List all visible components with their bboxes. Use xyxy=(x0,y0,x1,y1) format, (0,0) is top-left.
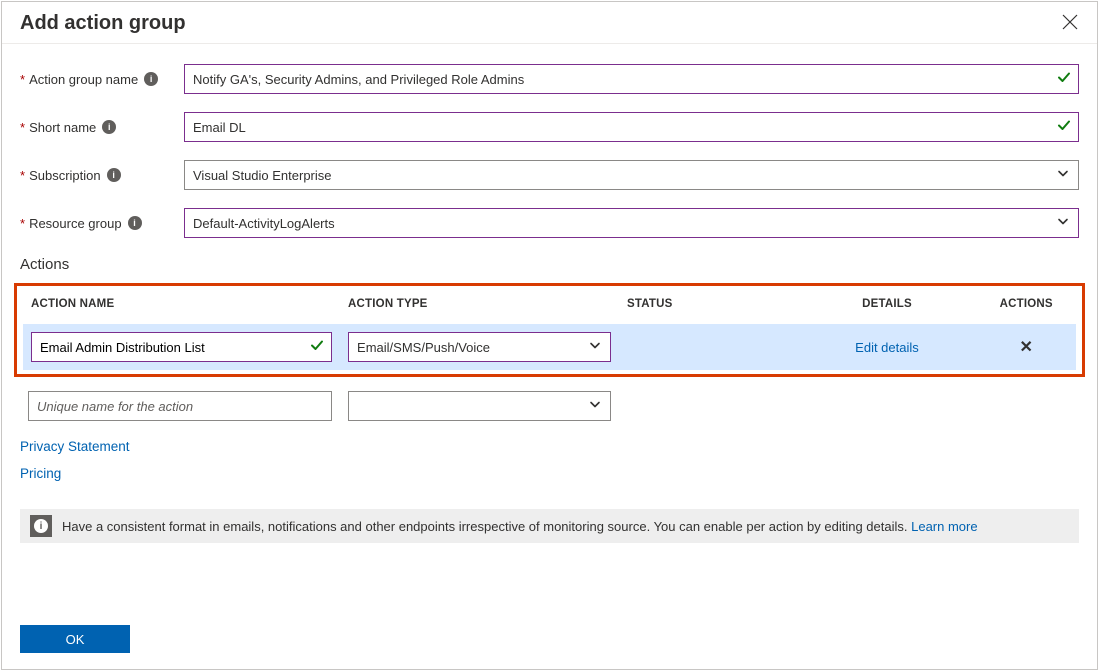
subscription-value: Visual Studio Enterprise xyxy=(193,168,332,183)
col-header-name: ACTION NAME xyxy=(23,288,340,324)
info-icon[interactable]: i xyxy=(107,168,121,182)
actions-section-title: Actions xyxy=(20,256,1079,273)
col-header-actions: ACTIONS xyxy=(976,288,1076,324)
col-header-type: ACTION TYPE xyxy=(340,288,619,324)
info-icon: i xyxy=(30,515,52,537)
remove-action-icon[interactable]: ✕ xyxy=(1019,339,1032,356)
action-type-value: Email/SMS/Push/Voice xyxy=(357,340,490,355)
dialog-header: Add action group xyxy=(2,2,1097,44)
action-type-select[interactable]: Email/SMS/Push/Voice xyxy=(348,332,611,362)
learn-more-link[interactable]: Learn more xyxy=(911,519,977,534)
action-row: Email/SMS/Push/Voice Edit details xyxy=(23,324,1076,370)
info-banner: i Have a consistent format in emails, no… xyxy=(20,509,1079,543)
pricing-link[interactable]: Pricing xyxy=(20,466,1079,481)
resource-group-value: Default-ActivityLogAlerts xyxy=(193,216,335,231)
resource-group-select[interactable]: Default-ActivityLogAlerts xyxy=(184,208,1079,238)
actions-header-row: ACTION NAME ACTION TYPE STATUS DETAILS A… xyxy=(23,288,1076,324)
info-icon[interactable]: i xyxy=(144,72,158,86)
edit-details-link[interactable]: Edit details xyxy=(855,340,919,355)
info-text: Have a consistent format in emails, noti… xyxy=(62,519,978,534)
row-short-name: * Short name i xyxy=(20,112,1079,142)
label-action-group-name: Action group name xyxy=(29,72,138,87)
action-row-new xyxy=(20,383,1079,429)
row-subscription: * Subscription i Visual Studio Enterpris… xyxy=(20,160,1079,190)
row-resource-group: * Resource group i Default-ActivityLogAl… xyxy=(20,208,1079,238)
check-icon xyxy=(310,339,324,356)
actions-highlight-box: ACTION NAME ACTION TYPE STATUS DETAILS A… xyxy=(14,283,1085,377)
col-header-status: STATUS xyxy=(619,288,798,324)
dialog-title: Add action group xyxy=(20,12,1061,35)
subscription-select[interactable]: Visual Studio Enterprise xyxy=(184,160,1079,190)
action-name-input[interactable] xyxy=(31,332,332,362)
form: * Action group name i * Short name i xyxy=(2,44,1097,543)
dialog-footer: OK xyxy=(20,625,130,653)
info-icon[interactable]: i xyxy=(128,216,142,230)
add-action-group-dialog: Add action group * Action group name i *… xyxy=(1,1,1098,670)
label-subscription: Subscription xyxy=(29,168,101,183)
required-marker: * xyxy=(20,120,25,135)
actions-table-new-row xyxy=(20,383,1079,429)
row-action-group-name: * Action group name i xyxy=(20,64,1079,94)
label-resource-group: Resource group xyxy=(29,216,122,231)
required-marker: * xyxy=(20,168,25,183)
short-name-input[interactable] xyxy=(184,112,1079,142)
info-icon[interactable]: i xyxy=(102,120,116,134)
check-icon xyxy=(1057,71,1071,88)
check-icon xyxy=(1057,119,1071,136)
ok-button[interactable]: OK xyxy=(20,625,130,653)
action-group-name-input[interactable] xyxy=(184,64,1079,94)
required-marker: * xyxy=(20,72,25,87)
label-short-name: Short name xyxy=(29,120,96,135)
col-header-details: DETAILS xyxy=(798,288,977,324)
links-block: Privacy Statement Pricing xyxy=(20,439,1079,481)
privacy-statement-link[interactable]: Privacy Statement xyxy=(20,439,1079,454)
actions-table: ACTION NAME ACTION TYPE STATUS DETAILS A… xyxy=(23,288,1076,370)
new-action-type-select[interactable] xyxy=(348,391,612,421)
new-action-name-input[interactable] xyxy=(28,391,332,421)
close-icon[interactable] xyxy=(1061,13,1079,34)
required-marker: * xyxy=(20,216,25,231)
action-status xyxy=(619,324,798,370)
